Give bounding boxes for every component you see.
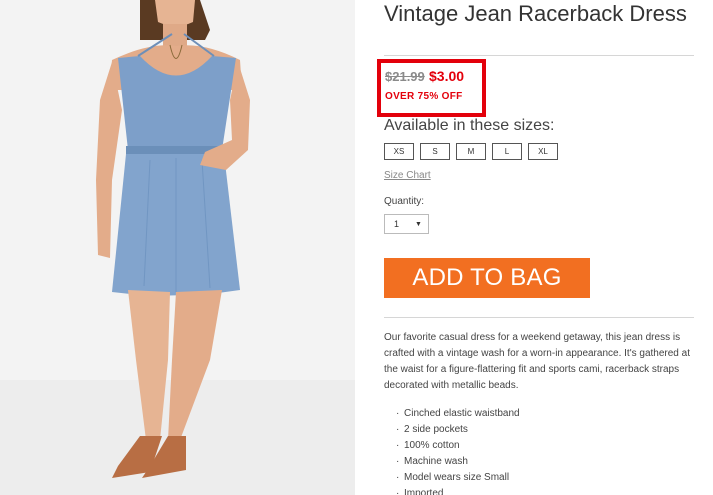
- divider: [384, 55, 694, 56]
- list-item: Machine wash: [396, 454, 520, 470]
- add-to-bag-button[interactable]: ADD TO BAG: [384, 258, 590, 298]
- discount-label: OVER 75% OFF: [385, 91, 463, 102]
- size-m-button[interactable]: M: [456, 143, 486, 160]
- product-title: Vintage Jean Racerback Dress: [384, 1, 687, 26]
- size-chart-link[interactable]: Size Chart: [384, 170, 431, 181]
- chevron-down-icon: ▼: [415, 220, 422, 228]
- size-l-button[interactable]: L: [492, 143, 522, 160]
- price-highlight-box: $21.99 $3.00 OVER 75% OFF: [377, 59, 486, 117]
- product-description: Our favorite casual dress for a weekend …: [384, 332, 690, 391]
- model-photo: [0, 0, 355, 495]
- quantity-select[interactable]: 1 ▼: [384, 214, 429, 234]
- list-item: Cinched elastic waistband: [396, 406, 520, 422]
- quantity-value: 1: [394, 219, 400, 229]
- list-item: 2 side pockets: [396, 422, 520, 438]
- sizes-heading: Available in these sizes:: [384, 117, 555, 134]
- size-selector: XS S M L XL: [384, 143, 558, 160]
- original-price: $21.99: [385, 69, 425, 84]
- sale-price: $3.00: [429, 68, 465, 84]
- size-s-button[interactable]: S: [420, 143, 450, 160]
- list-item: Model wears size Small: [396, 470, 520, 486]
- list-item: Imported: [396, 486, 520, 495]
- divider: [384, 317, 694, 318]
- feature-list: Cinched elastic waistband 2 side pockets…: [396, 406, 520, 495]
- size-xs-button[interactable]: XS: [384, 143, 414, 160]
- size-xl-button[interactable]: XL: [528, 143, 558, 160]
- list-item: 100% cotton: [396, 438, 520, 454]
- quantity-label: Quantity:: [384, 196, 425, 207]
- product-image[interactable]: [0, 0, 355, 495]
